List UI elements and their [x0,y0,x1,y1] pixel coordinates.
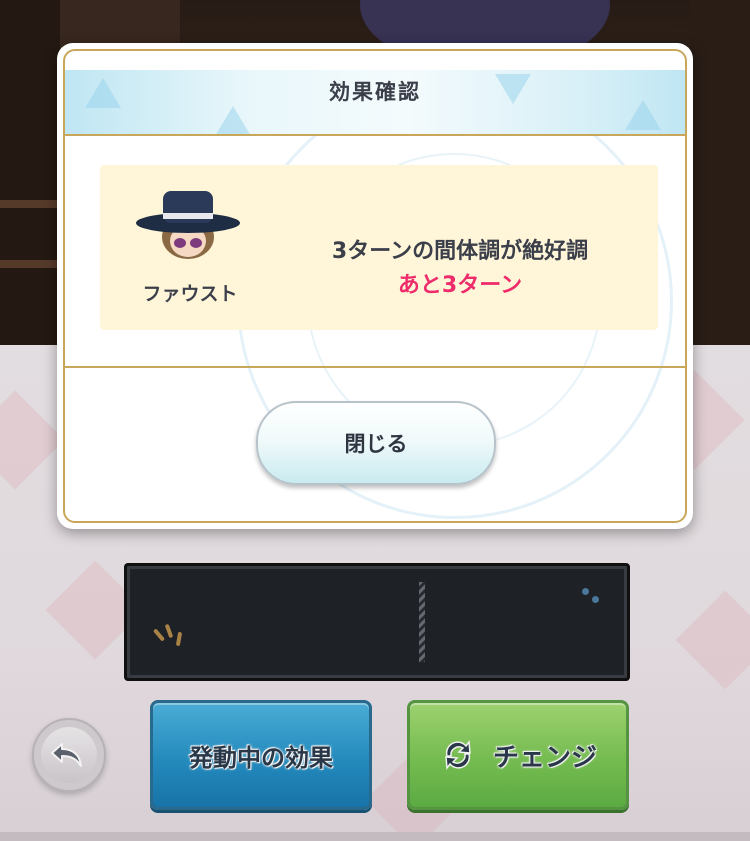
dialog-title: 効果確認 [329,80,421,104]
effect-card: ファウスト 3ターンの間体調が絶好調 あと3ターン [100,165,658,330]
close-label: 閉じる [344,432,408,456]
effect-description: 3ターンの間体調が絶好調 [331,239,589,264]
character-name: ファウスト [142,283,238,305]
close-button[interactable]: 閉じる [256,401,496,485]
effect-confirm-dialog: 効果確認 ファウスト 3ターンの間体調が絶好調 あと3ターン 閉じる [57,43,693,529]
effect-remaining-turns: あと3ターン [397,273,523,298]
character-avatar [136,191,240,259]
header-divider [65,134,685,136]
footer-divider [65,366,685,368]
